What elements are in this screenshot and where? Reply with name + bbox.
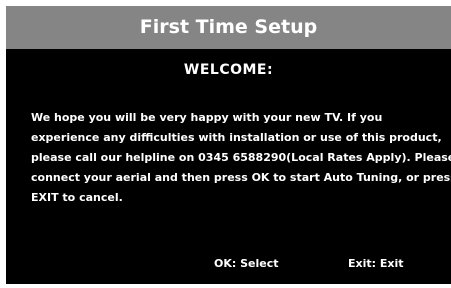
exit-hint[interactable]: Exit: Exit — [348, 257, 404, 270]
message-line: EXIT to cancel. — [31, 191, 123, 204]
message-line: connect your aerial and then press OK to… — [31, 171, 451, 184]
message-line: please call our helpline on 0345 6588290… — [31, 151, 451, 164]
setup-screen: First Time Setup WELCOME: We hope you wi… — [6, 6, 451, 284]
message-line: We hope you will be very happy with your… — [31, 111, 383, 124]
welcome-heading: WELCOME: — [183, 62, 274, 78]
welcome-message: We hope you will be very happy with your… — [31, 108, 451, 208]
dialog-title: First Time Setup — [6, 6, 451, 49]
ok-select-hint[interactable]: OK: Select — [214, 257, 279, 270]
message-line: experience any difficulties with install… — [31, 131, 442, 144]
